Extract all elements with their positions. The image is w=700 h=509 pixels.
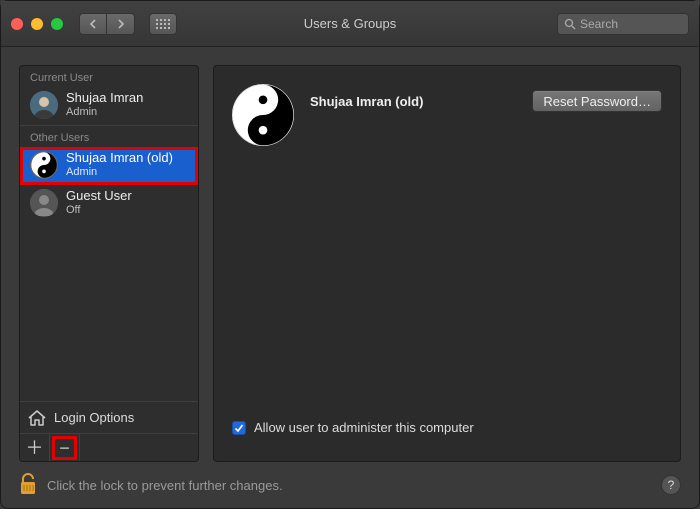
body: Current User Shujaa Imran Admin Other Us… bbox=[1, 47, 699, 462]
window: Users & Groups Search Current User Shuja… bbox=[0, 0, 700, 509]
nav-buttons bbox=[79, 13, 135, 35]
admin-checkbox[interactable] bbox=[232, 421, 246, 435]
close-window-button[interactable] bbox=[11, 18, 23, 30]
search-placeholder: Search bbox=[580, 17, 618, 31]
avatar bbox=[30, 151, 58, 179]
footer: Click the lock to prevent further change… bbox=[1, 462, 699, 508]
avatar bbox=[30, 91, 58, 119]
minus-icon: − bbox=[59, 439, 70, 457]
admin-checkbox-row: Allow user to administer this computer bbox=[232, 420, 662, 443]
user-name: Shujaa Imran bbox=[66, 91, 143, 106]
user-detail-panel: Shujaa Imran (old) Reset Password… Allow… bbox=[213, 65, 681, 462]
yinyang-icon bbox=[232, 84, 294, 146]
remove-user-button[interactable]: − bbox=[50, 434, 80, 462]
user-role: Off bbox=[66, 204, 132, 217]
profile-header: Shujaa Imran (old) Reset Password… bbox=[232, 84, 662, 146]
window-controls bbox=[11, 18, 63, 30]
user-name: Shujaa Imran (old) bbox=[66, 151, 173, 166]
user-list-sidebar: Current User Shujaa Imran Admin Other Us… bbox=[19, 65, 199, 462]
lock-button[interactable] bbox=[19, 473, 37, 498]
house-icon bbox=[28, 410, 46, 426]
silhouette-icon bbox=[30, 189, 58, 217]
zoom-window-button[interactable] bbox=[51, 18, 63, 30]
yinyang-icon bbox=[31, 152, 57, 178]
section-header-other: Other Users bbox=[20, 126, 198, 147]
profile-display-name: Shujaa Imran (old) bbox=[310, 94, 423, 109]
sidebar-item-guest-user[interactable]: Guest User Off bbox=[20, 185, 198, 223]
person-avatar-icon bbox=[30, 91, 58, 119]
unlock-icon bbox=[19, 473, 37, 495]
forward-button[interactable] bbox=[107, 13, 135, 35]
user-name: Guest User bbox=[66, 189, 132, 204]
profile-avatar[interactable] bbox=[232, 84, 294, 146]
back-button[interactable] bbox=[79, 13, 107, 35]
user-role: Admin bbox=[66, 166, 173, 179]
show-all-prefs-button[interactable] bbox=[149, 13, 177, 35]
sidebar-item-other-user[interactable]: Shujaa Imran (old) Admin bbox=[20, 147, 198, 185]
add-remove-bar: ＋ − bbox=[20, 433, 198, 461]
check-icon bbox=[234, 423, 244, 433]
plus-icon: ＋ bbox=[26, 439, 44, 457]
login-options-label: Login Options bbox=[54, 410, 134, 425]
reset-password-label: Reset Password… bbox=[543, 94, 651, 109]
reset-password-button[interactable]: Reset Password… bbox=[532, 90, 662, 112]
user-role: Admin bbox=[66, 106, 143, 119]
avatar bbox=[30, 189, 58, 217]
help-button[interactable]: ? bbox=[661, 475, 681, 495]
section-header-current: Current User bbox=[20, 66, 198, 87]
question-icon: ? bbox=[668, 478, 675, 492]
chevron-left-icon bbox=[89, 19, 97, 29]
lock-hint-text: Click the lock to prevent further change… bbox=[47, 478, 283, 493]
login-options-button[interactable]: Login Options bbox=[20, 401, 198, 433]
chevron-right-icon bbox=[117, 19, 125, 29]
sidebar-item-current-user[interactable]: Shujaa Imran Admin bbox=[20, 87, 198, 125]
add-user-button[interactable]: ＋ bbox=[20, 434, 50, 462]
toolbar: Users & Groups Search bbox=[1, 1, 699, 47]
minimize-window-button[interactable] bbox=[31, 18, 43, 30]
grid-icon bbox=[156, 19, 170, 29]
search-icon bbox=[564, 18, 576, 30]
search-input[interactable]: Search bbox=[557, 13, 689, 35]
admin-checkbox-label: Allow user to administer this computer bbox=[254, 420, 474, 435]
